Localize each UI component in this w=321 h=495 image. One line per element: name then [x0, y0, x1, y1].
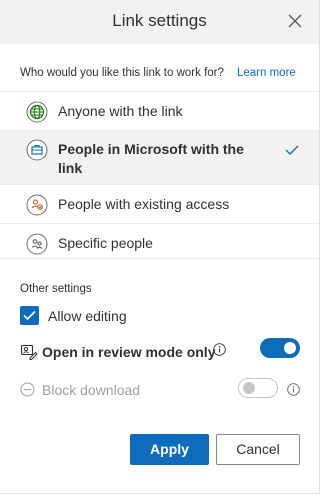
audience-options: Anyone with the link People in Microsoft…	[0, 91, 319, 262]
cancel-button[interactable]: Cancel	[216, 434, 300, 465]
review-mode-row: Open in review mode only	[20, 342, 300, 364]
dialog-header: Link settings	[0, 0, 319, 44]
globe-icon	[26, 101, 48, 123]
option-anyone[interactable]: Anyone with the link	[0, 91, 319, 130]
option-label: Anyone with the link	[58, 103, 183, 119]
toggle-knob	[243, 382, 255, 394]
dialog-title: Link settings	[112, 11, 207, 30]
close-icon[interactable]	[287, 13, 303, 29]
option-specific-people[interactable]: Specific people	[0, 223, 319, 262]
other-settings-title: Other settings	[20, 283, 92, 295]
checkmark-icon	[285, 143, 299, 155]
options-divider	[0, 258, 319, 259]
option-people-in-org[interactable]: People in Microsoft with the link	[0, 130, 319, 184]
info-icon[interactable]	[287, 383, 300, 396]
review-mode-icon	[20, 343, 38, 361]
block-download-label: Block download	[42, 382, 141, 398]
block-icon	[20, 382, 35, 397]
link-settings-dialog: Link settings Who would you like this li…	[0, 0, 320, 494]
building-icon	[26, 139, 48, 161]
block-download-toggle[interactable]	[238, 378, 278, 398]
learn-more-link[interactable]: Learn more	[237, 67, 296, 79]
option-existing-access[interactable]: People with existing access	[0, 184, 319, 223]
allow-editing-checkbox[interactable]	[20, 306, 39, 325]
review-mode-label: Open in review mode only	[42, 344, 216, 360]
allow-editing-label: Allow editing	[48, 308, 127, 324]
review-mode-toggle[interactable]	[260, 338, 300, 358]
specific-people-icon	[26, 233, 48, 255]
option-label: Specific people	[58, 235, 153, 251]
info-icon[interactable]	[213, 343, 226, 356]
people-access-icon	[26, 194, 48, 216]
link-audience-question: Who would you like this link to work for…	[20, 67, 224, 79]
block-download-row: Block download	[20, 381, 220, 403]
option-label: People with existing access	[58, 196, 230, 212]
option-label: People in Microsoft with the link	[58, 141, 244, 176]
allow-editing-row[interactable]: Allow editing	[20, 306, 220, 328]
apply-button[interactable]: Apply	[130, 434, 209, 465]
toggle-knob	[284, 342, 296, 354]
